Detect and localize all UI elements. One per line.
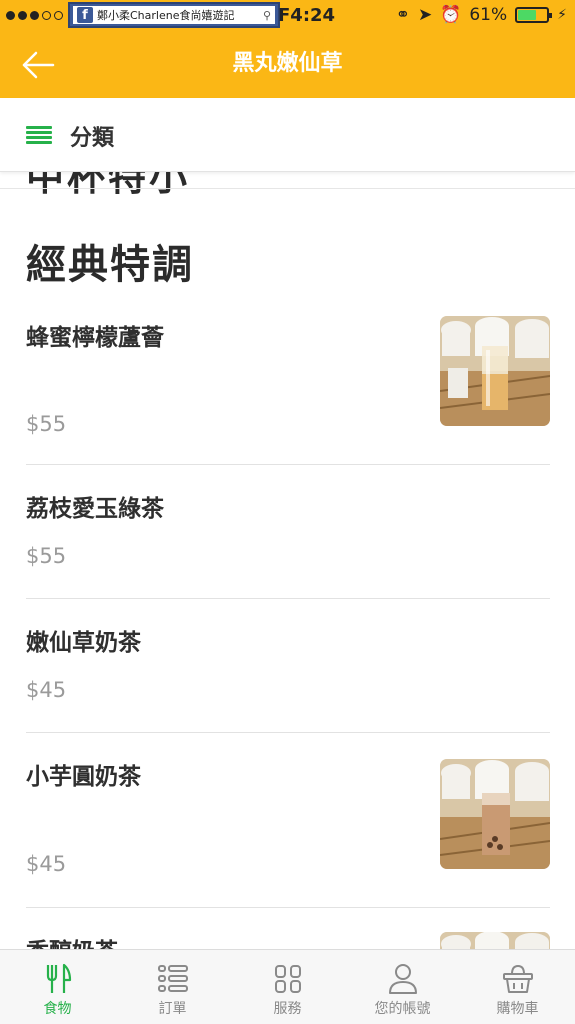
- section-title: 經典特調: [26, 242, 194, 288]
- item-name: 小芋圓奶茶: [26, 764, 141, 790]
- watermark-text: 鄭小柔Charlene食尚嬉遊記: [97, 9, 235, 22]
- category-label: 分類: [70, 126, 115, 151]
- tab-cart[interactable]: 購物車: [460, 950, 575, 1024]
- signal-strength-icon: [6, 11, 63, 20]
- item-name: 荔枝愛玉綠茶: [26, 496, 164, 522]
- menu-list-icon: [26, 126, 52, 144]
- menu-item[interactable]: 小芋圓奶茶 $45: [26, 733, 550, 908]
- status-time: F4:24: [278, 5, 336, 26]
- app-header: f 鄭小柔Charlene食尚嬉遊記 ⚲ F4:24 ⚭ ➤ ⏰ 61% ⚡ 黑…: [0, 0, 575, 98]
- drink-photo-image: [440, 932, 550, 949]
- facebook-logo-icon: f: [77, 7, 93, 23]
- tab-label: 食物: [43, 1001, 72, 1017]
- tab-label: 購物車: [496, 1001, 539, 1017]
- menu-item[interactable]: 蜂蜜檸檬蘆薈 $55: [26, 312, 550, 465]
- menu-content[interactable]: 中杯特小 經典特調 蜂蜜檸檬蘆薈 $55 荔枝愛玉綠茶 $55 嫩仙草奶茶 $4…: [0, 172, 575, 949]
- item-name: 嫩仙草奶茶: [26, 630, 141, 656]
- item-price: $55: [26, 412, 67, 436]
- alarm-icon: ⏰: [440, 5, 462, 25]
- drink-photo-image: [440, 759, 550, 869]
- service-grid-icon: [274, 965, 301, 993]
- person-icon: [388, 964, 417, 994]
- tab-food[interactable]: 食物: [0, 950, 115, 1024]
- charging-icon: ⚡: [557, 7, 567, 23]
- item-photo[interactable]: [440, 759, 550, 869]
- tab-service[interactable]: 服務: [230, 950, 345, 1024]
- orientation-lock-icon: ⚭: [395, 5, 410, 25]
- order-list-icon: [157, 965, 188, 992]
- status-indicators: ⚭ ➤ ⏰ 61% ⚡: [396, 5, 567, 25]
- item-photo[interactable]: [440, 316, 550, 426]
- previous-section-title: 中杯特小: [26, 172, 191, 199]
- menu-item[interactable]: 嫩仙草奶茶 $45: [26, 599, 550, 733]
- bottom-tab-bar: 食物 訂單 服務 您的帳號 購物車: [0, 949, 575, 1024]
- tab-orders[interactable]: 訂單: [115, 950, 230, 1024]
- item-name: 蜂蜜檸檬蘆薈: [26, 325, 164, 351]
- menu-item[interactable]: 荔枝愛玉綠茶 $55: [26, 465, 550, 599]
- page-title: 黑丸嫩仙草: [232, 51, 343, 76]
- drink-photo-image: [440, 316, 550, 426]
- basket-icon: [502, 964, 533, 993]
- facebook-watermark: f 鄭小柔Charlene食尚嬉遊記 ⚲: [68, 2, 280, 28]
- item-price: $45: [26, 678, 67, 702]
- item-price: $55: [26, 544, 67, 568]
- location-arrow-icon: ➤: [417, 5, 433, 25]
- tab-label: 訂單: [158, 1001, 187, 1017]
- item-photo[interactable]: [440, 932, 550, 949]
- tab-label: 您的帳號: [374, 1001, 431, 1017]
- battery-percent: 61%: [469, 5, 508, 25]
- item-price: $45: [26, 852, 67, 876]
- battery-icon: [515, 7, 553, 23]
- menu-item[interactable]: 香醇奶茶: [26, 908, 550, 949]
- tab-label: 服務: [273, 1001, 302, 1017]
- tab-account[interactable]: 您的帳號: [345, 950, 460, 1024]
- category-bar[interactable]: 分類: [0, 98, 575, 172]
- section-divider: [0, 188, 575, 189]
- search-icon: ⚲: [262, 8, 271, 22]
- item-name: 香醇奶茶: [26, 932, 118, 949]
- fork-knife-icon: [46, 963, 71, 993]
- status-bar: f 鄭小柔Charlene食尚嬉遊記 ⚲ F4:24 ⚭ ➤ ⏰ 61% ⚡: [0, 0, 575, 32]
